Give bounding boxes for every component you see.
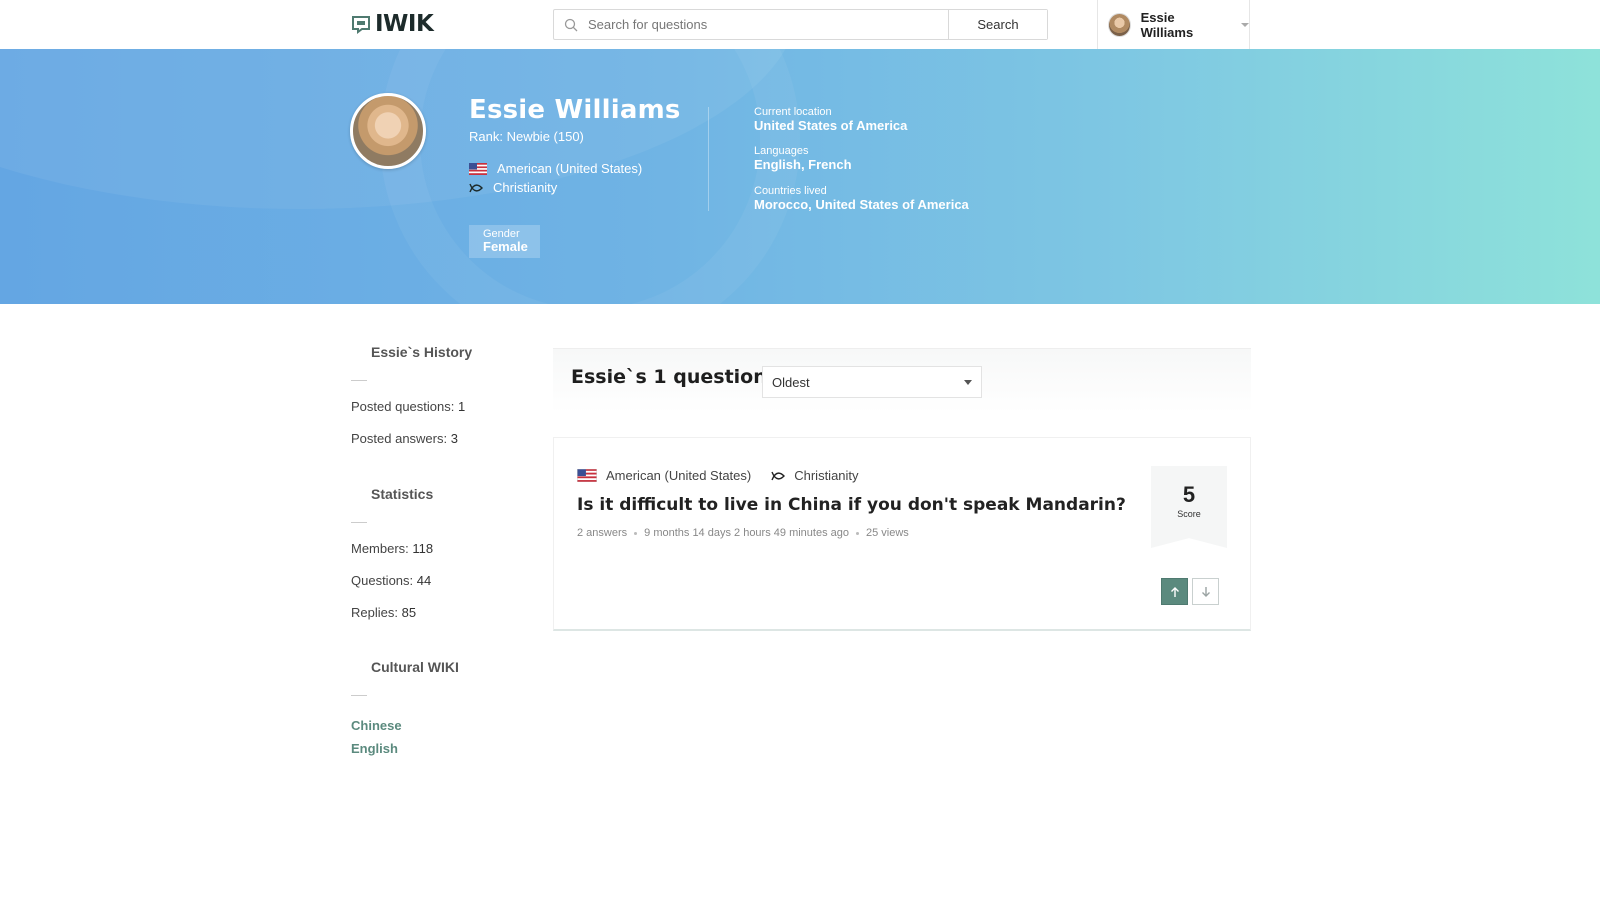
question-title-link[interactable]: Is it difficult to live in China if you …	[577, 495, 1126, 515]
search-icon	[554, 10, 588, 39]
us-flag-icon	[469, 162, 487, 175]
ichthys-icon	[771, 471, 786, 480]
replies-stat: Replies: 85	[351, 605, 416, 620]
hero-decoration	[380, 49, 800, 304]
profile-religion: Christianity	[469, 180, 557, 195]
question-meta: American (United States) Christianity	[577, 468, 859, 483]
replies-label: Replies:	[351, 605, 398, 620]
posted-answers-label: Posted answers:	[351, 431, 448, 446]
religion-label: Christianity	[493, 180, 558, 195]
ichthys-icon	[469, 183, 483, 192]
separator-dot	[856, 531, 859, 535]
members-label: Members:	[351, 541, 409, 556]
current-location-value: United States of America	[754, 118, 908, 133]
cultural-wiki-heading: Cultural WIKI	[371, 659, 459, 675]
top-bar: IWIK Search Essie Williams	[0, 0, 1600, 49]
questions-title: Essie`s 1 questions	[571, 366, 779, 388]
downvote-button[interactable]	[1192, 578, 1219, 605]
profile-avatar	[350, 93, 426, 169]
question-nationality[interactable]: American (United States)	[606, 468, 751, 483]
avatar	[1108, 12, 1131, 37]
wiki-link-chinese[interactable]: Chinese	[351, 718, 402, 733]
current-location: Current location United States of Americ…	[754, 106, 907, 133]
languages: Languages English, French	[754, 145, 852, 172]
score-badge: 5 Score	[1151, 466, 1227, 548]
chevron-down-icon	[1241, 22, 1249, 27]
hero-divider	[708, 107, 709, 211]
separator-dot	[634, 531, 638, 535]
divider	[351, 522, 367, 523]
sort-selected-value: Oldest	[772, 374, 810, 390]
score-value: 5	[1182, 482, 1196, 507]
divider	[351, 695, 367, 696]
statistics-heading: Statistics	[371, 486, 434, 502]
questions-label: Questions:	[351, 573, 414, 588]
members-value: 118	[412, 541, 434, 556]
search-input[interactable]	[588, 10, 948, 39]
logo-text: IWIK	[375, 11, 434, 37]
user-name: Essie Williams	[1140, 9, 1194, 40]
wiki-link-english[interactable]: English	[351, 741, 398, 756]
posted-questions-label: Posted questions:	[351, 399, 455, 414]
profile-hero: Essie Williams Rank: Newbie (150) Americ…	[0, 49, 1600, 304]
us-flag-icon	[577, 469, 597, 482]
members-stat: Members: 118	[351, 541, 433, 556]
questions-header: Essie`s 1 questions Oldest	[553, 348, 1251, 413]
search-button[interactable]: Search	[948, 10, 1047, 39]
nationality-label: American (United States)	[497, 161, 643, 176]
upvote-button[interactable]	[1161, 578, 1188, 605]
profile-nationality: American (United States)	[469, 161, 642, 176]
chevron-down-icon	[964, 379, 972, 385]
questions-value: 44	[416, 573, 432, 588]
history-heading: Essie`s History	[371, 344, 473, 360]
questions-stat: Questions: 44	[351, 573, 431, 588]
posted-questions-value: 1	[457, 399, 466, 414]
logo[interactable]: IWIK	[351, 11, 434, 37]
countries-lived-value: Morocco, United States of America	[754, 197, 969, 212]
views-count: 25 views	[866, 527, 909, 539]
replies-value: 85	[401, 605, 417, 620]
profile-name: Essie Williams	[469, 95, 681, 125]
gender-value: Female	[483, 239, 528, 254]
answers-count[interactable]: 2 answers	[577, 527, 627, 539]
divider	[351, 380, 367, 381]
current-location-label: Current location	[754, 106, 832, 118]
logo-mark-icon	[352, 16, 370, 34]
languages-value: English, French	[754, 157, 852, 172]
question-stats: 2 answers 9 months 14 days 2 hours 49 mi…	[577, 527, 909, 539]
question-religion[interactable]: Christianity	[794, 468, 858, 483]
countries-lived-label: Countries lived	[754, 185, 827, 197]
user-menu[interactable]: Essie Williams	[1097, 0, 1250, 49]
arrow-up-icon	[1170, 586, 1179, 597]
arrow-down-icon	[1201, 586, 1210, 597]
question-age: 9 months 14 days 2 hours 49 minutes ago	[644, 527, 849, 539]
question-card: American (United States) Christianity Is…	[553, 437, 1251, 631]
languages-label: Languages	[754, 145, 809, 157]
search-bar: Search	[553, 9, 1048, 40]
countries-lived: Countries lived Morocco, United States o…	[754, 185, 969, 212]
gender-badge: Gender Female	[469, 225, 540, 258]
posted-answers-stat: Posted answers: 3	[351, 431, 458, 446]
posted-answers-value: 3	[450, 431, 458, 446]
sort-select[interactable]: Oldest	[762, 366, 982, 398]
posted-questions-stat: Posted questions: 1	[351, 399, 465, 414]
score-label: Score	[1177, 509, 1201, 519]
profile-rank: Rank: Newbie (150)	[469, 129, 584, 144]
